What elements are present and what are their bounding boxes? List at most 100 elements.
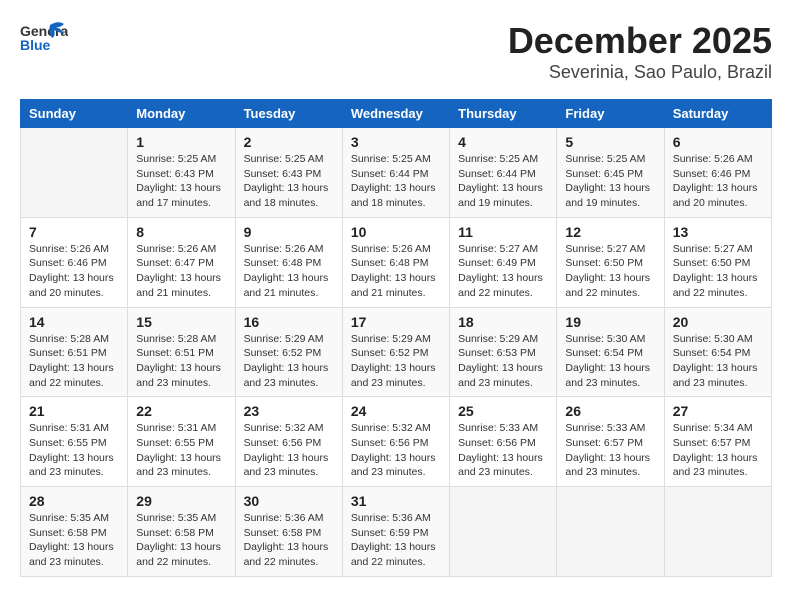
day-number: 13 <box>673 224 763 240</box>
calendar-table: SundayMondayTuesdayWednesdayThursdayFrid… <box>20 99 772 577</box>
day-number: 7 <box>29 224 119 240</box>
calendar-header-wednesday: Wednesday <box>342 100 449 128</box>
day-detail: Sunrise: 5:26 AM Sunset: 6:48 PM Dayligh… <box>351 242 441 301</box>
calendar-header-monday: Monday <box>128 100 235 128</box>
day-detail: Sunrise: 5:26 AM Sunset: 6:47 PM Dayligh… <box>136 242 226 301</box>
day-number: 2 <box>244 134 334 150</box>
calendar-cell: 6Sunrise: 5:26 AM Sunset: 6:46 PM Daylig… <box>664 128 771 218</box>
svg-text:Blue: Blue <box>20 37 51 53</box>
calendar-week-2: 7 Sunrise: 5:26 AM Sunset: 6:46 PM Daylig… <box>21 217 772 307</box>
calendar-cell: 21Sunrise: 5:31 AM Sunset: 6:55 PM Dayli… <box>21 397 128 487</box>
day-number: 10 <box>351 224 441 240</box>
day-number: 27 <box>673 403 763 419</box>
day-detail: Sunrise: 5:32 AM Sunset: 6:56 PM Dayligh… <box>244 421 334 480</box>
page-title: December 2025 <box>508 20 772 62</box>
day-detail: Sunrise: 5:25 AM Sunset: 6:44 PM Dayligh… <box>351 152 441 211</box>
day-number: 16 <box>244 314 334 330</box>
calendar-cell: 26Sunrise: 5:33 AM Sunset: 6:57 PM Dayli… <box>557 397 664 487</box>
calendar-cell <box>21 128 128 218</box>
calendar-cell: 20 Sunrise: 5:30 AM Sunset: 6:54 PM Dayli… <box>664 307 771 397</box>
day-number: 18 <box>458 314 548 330</box>
calendar-cell: 13 Sunrise: 5:27 AM Sunset: 6:50 PM Dayli… <box>664 217 771 307</box>
day-detail: Sunrise: 5:33 AM Sunset: 6:56 PM Dayligh… <box>458 421 548 480</box>
day-detail: Sunrise: 5:26 AM Sunset: 6:46 PM Dayligh… <box>29 242 119 301</box>
day-detail: Sunrise: 5:32 AM Sunset: 6:56 PM Dayligh… <box>351 421 441 480</box>
calendar-cell: 11 Sunrise: 5:27 AM Sunset: 6:49 PM Dayli… <box>450 217 557 307</box>
day-detail: Sunrise: 5:27 AM Sunset: 6:49 PM Dayligh… <box>458 242 548 301</box>
day-number: 20 <box>673 314 763 330</box>
logo: General Blue <box>20 20 68 62</box>
day-number: 31 <box>351 493 441 509</box>
day-detail: Sunrise: 5:29 AM Sunset: 6:52 PM Dayligh… <box>244 332 334 391</box>
calendar-week-4: 21 Sunrise: 5:31 AM Sunset: 6:55 PM Dayli… <box>21 397 772 487</box>
day-detail: Sunrise: 5:34 AM Sunset: 6:57 PM Dayligh… <box>673 421 763 480</box>
calendar-cell: 25Sunrise: 5:33 AM Sunset: 6:56 PM Dayli… <box>450 397 557 487</box>
day-number: 28 <box>29 493 119 509</box>
day-detail: Sunrise: 5:29 AM Sunset: 6:53 PM Dayligh… <box>458 332 548 391</box>
calendar-cell: 23 Sunrise: 5:32 AM Sunset: 6:56 PM Dayli… <box>235 397 342 487</box>
calendar-cell: 19Sunrise: 5:30 AM Sunset: 6:54 PM Dayli… <box>557 307 664 397</box>
day-number: 4 <box>458 134 548 150</box>
calendar-header-sunday: Sunday <box>21 100 128 128</box>
day-detail: Sunrise: 5:27 AM Sunset: 6:50 PM Dayligh… <box>673 242 763 301</box>
calendar-cell: 8 Sunrise: 5:26 AM Sunset: 6:47 PM Daylig… <box>128 217 235 307</box>
calendar-cell: 7 Sunrise: 5:26 AM Sunset: 6:46 PM Daylig… <box>21 217 128 307</box>
day-number: 1 <box>136 134 226 150</box>
day-number: 19 <box>565 314 655 330</box>
calendar-week-5: 28 Sunrise: 5:35 AM Sunset: 6:58 PM Dayli… <box>21 487 772 577</box>
calendar-cell: 24Sunrise: 5:32 AM Sunset: 6:56 PM Dayli… <box>342 397 449 487</box>
logo-icon: General Blue <box>20 20 68 62</box>
calendar-cell: 31Sunrise: 5:36 AM Sunset: 6:59 PM Dayli… <box>342 487 449 577</box>
day-number: 12 <box>565 224 655 240</box>
day-number: 26 <box>565 403 655 419</box>
calendar-cell <box>664 487 771 577</box>
day-detail: Sunrise: 5:27 AM Sunset: 6:50 PM Dayligh… <box>565 242 655 301</box>
calendar-header-tuesday: Tuesday <box>235 100 342 128</box>
calendar-cell: 2 Sunrise: 5:25 AM Sunset: 6:43 PM Daylig… <box>235 128 342 218</box>
day-number: 15 <box>136 314 226 330</box>
day-number: 21 <box>29 403 119 419</box>
calendar-cell: 27 Sunrise: 5:34 AM Sunset: 6:57 PM Dayli… <box>664 397 771 487</box>
day-number: 9 <box>244 224 334 240</box>
calendar-header-thursday: Thursday <box>450 100 557 128</box>
day-detail: Sunrise: 5:28 AM Sunset: 6:51 PM Dayligh… <box>136 332 226 391</box>
page-subtitle: Severinia, Sao Paulo, Brazil <box>508 62 772 83</box>
calendar-cell: 15 Sunrise: 5:28 AM Sunset: 6:51 PM Dayli… <box>128 307 235 397</box>
day-number: 22 <box>136 403 226 419</box>
day-number: 3 <box>351 134 441 150</box>
day-detail: Sunrise: 5:35 AM Sunset: 6:58 PM Dayligh… <box>136 511 226 570</box>
day-number: 23 <box>244 403 334 419</box>
calendar-cell: 5Sunrise: 5:25 AM Sunset: 6:45 PM Daylig… <box>557 128 664 218</box>
day-detail: Sunrise: 5:35 AM Sunset: 6:58 PM Dayligh… <box>29 511 119 570</box>
calendar-cell: 22 Sunrise: 5:31 AM Sunset: 6:55 PM Dayli… <box>128 397 235 487</box>
day-number: 6 <box>673 134 763 150</box>
day-detail: Sunrise: 5:36 AM Sunset: 6:58 PM Dayligh… <box>244 511 334 570</box>
calendar-cell: 12 Sunrise: 5:27 AM Sunset: 6:50 PM Dayli… <box>557 217 664 307</box>
day-detail: Sunrise: 5:28 AM Sunset: 6:51 PM Dayligh… <box>29 332 119 391</box>
calendar-cell: 16 Sunrise: 5:29 AM Sunset: 6:52 PM Dayli… <box>235 307 342 397</box>
header: General Blue December 2025 Severinia, Sa… <box>20 20 772 83</box>
title-area: December 2025 Severinia, Sao Paulo, Braz… <box>508 20 772 83</box>
calendar-header-saturday: Saturday <box>664 100 771 128</box>
calendar-cell: 28 Sunrise: 5:35 AM Sunset: 6:58 PM Dayli… <box>21 487 128 577</box>
calendar-cell: 30Sunrise: 5:36 AM Sunset: 6:58 PM Dayli… <box>235 487 342 577</box>
day-number: 29 <box>136 493 226 509</box>
calendar-cell: 14 Sunrise: 5:28 AM Sunset: 6:51 PM Dayli… <box>21 307 128 397</box>
day-detail: Sunrise: 5:25 AM Sunset: 6:43 PM Dayligh… <box>244 152 334 211</box>
day-number: 11 <box>458 224 548 240</box>
day-detail: Sunrise: 5:26 AM Sunset: 6:48 PM Dayligh… <box>244 242 334 301</box>
calendar-week-3: 14 Sunrise: 5:28 AM Sunset: 6:51 PM Dayli… <box>21 307 772 397</box>
day-detail: Sunrise: 5:25 AM Sunset: 6:44 PM Dayligh… <box>458 152 548 211</box>
day-number: 17 <box>351 314 441 330</box>
day-detail: Sunrise: 5:29 AM Sunset: 6:52 PM Dayligh… <box>351 332 441 391</box>
calendar-cell: 29 Sunrise: 5:35 AM Sunset: 6:58 PM Dayli… <box>128 487 235 577</box>
calendar-cell: 9 Sunrise: 5:26 AM Sunset: 6:48 PM Daylig… <box>235 217 342 307</box>
calendar-cell <box>450 487 557 577</box>
calendar-cell: 10 Sunrise: 5:26 AM Sunset: 6:48 PM Dayli… <box>342 217 449 307</box>
day-detail: Sunrise: 5:25 AM Sunset: 6:43 PM Dayligh… <box>136 152 226 211</box>
day-number: 8 <box>136 224 226 240</box>
day-detail: Sunrise: 5:30 AM Sunset: 6:54 PM Dayligh… <box>673 332 763 391</box>
day-detail: Sunrise: 5:31 AM Sunset: 6:55 PM Dayligh… <box>136 421 226 480</box>
day-number: 14 <box>29 314 119 330</box>
calendar-cell <box>557 487 664 577</box>
